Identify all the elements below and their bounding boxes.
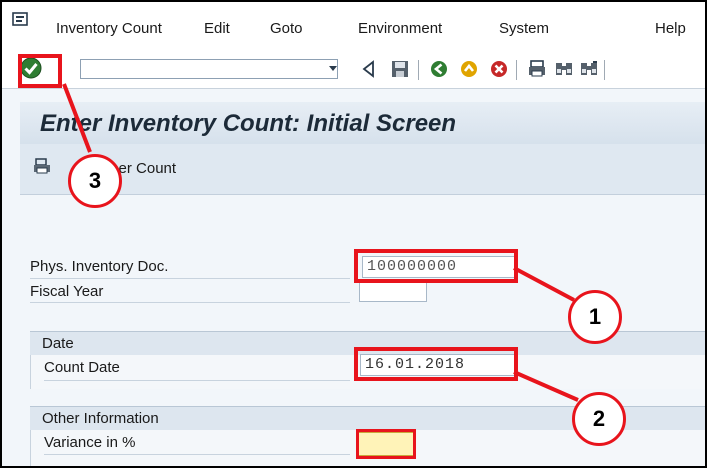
callout-2: 2	[572, 392, 626, 446]
callout-3: 3	[68, 154, 122, 208]
sap-window: Inventory Count Edit Goto Environment Sy…	[0, 0, 707, 468]
callout-1: 1	[568, 290, 622, 344]
